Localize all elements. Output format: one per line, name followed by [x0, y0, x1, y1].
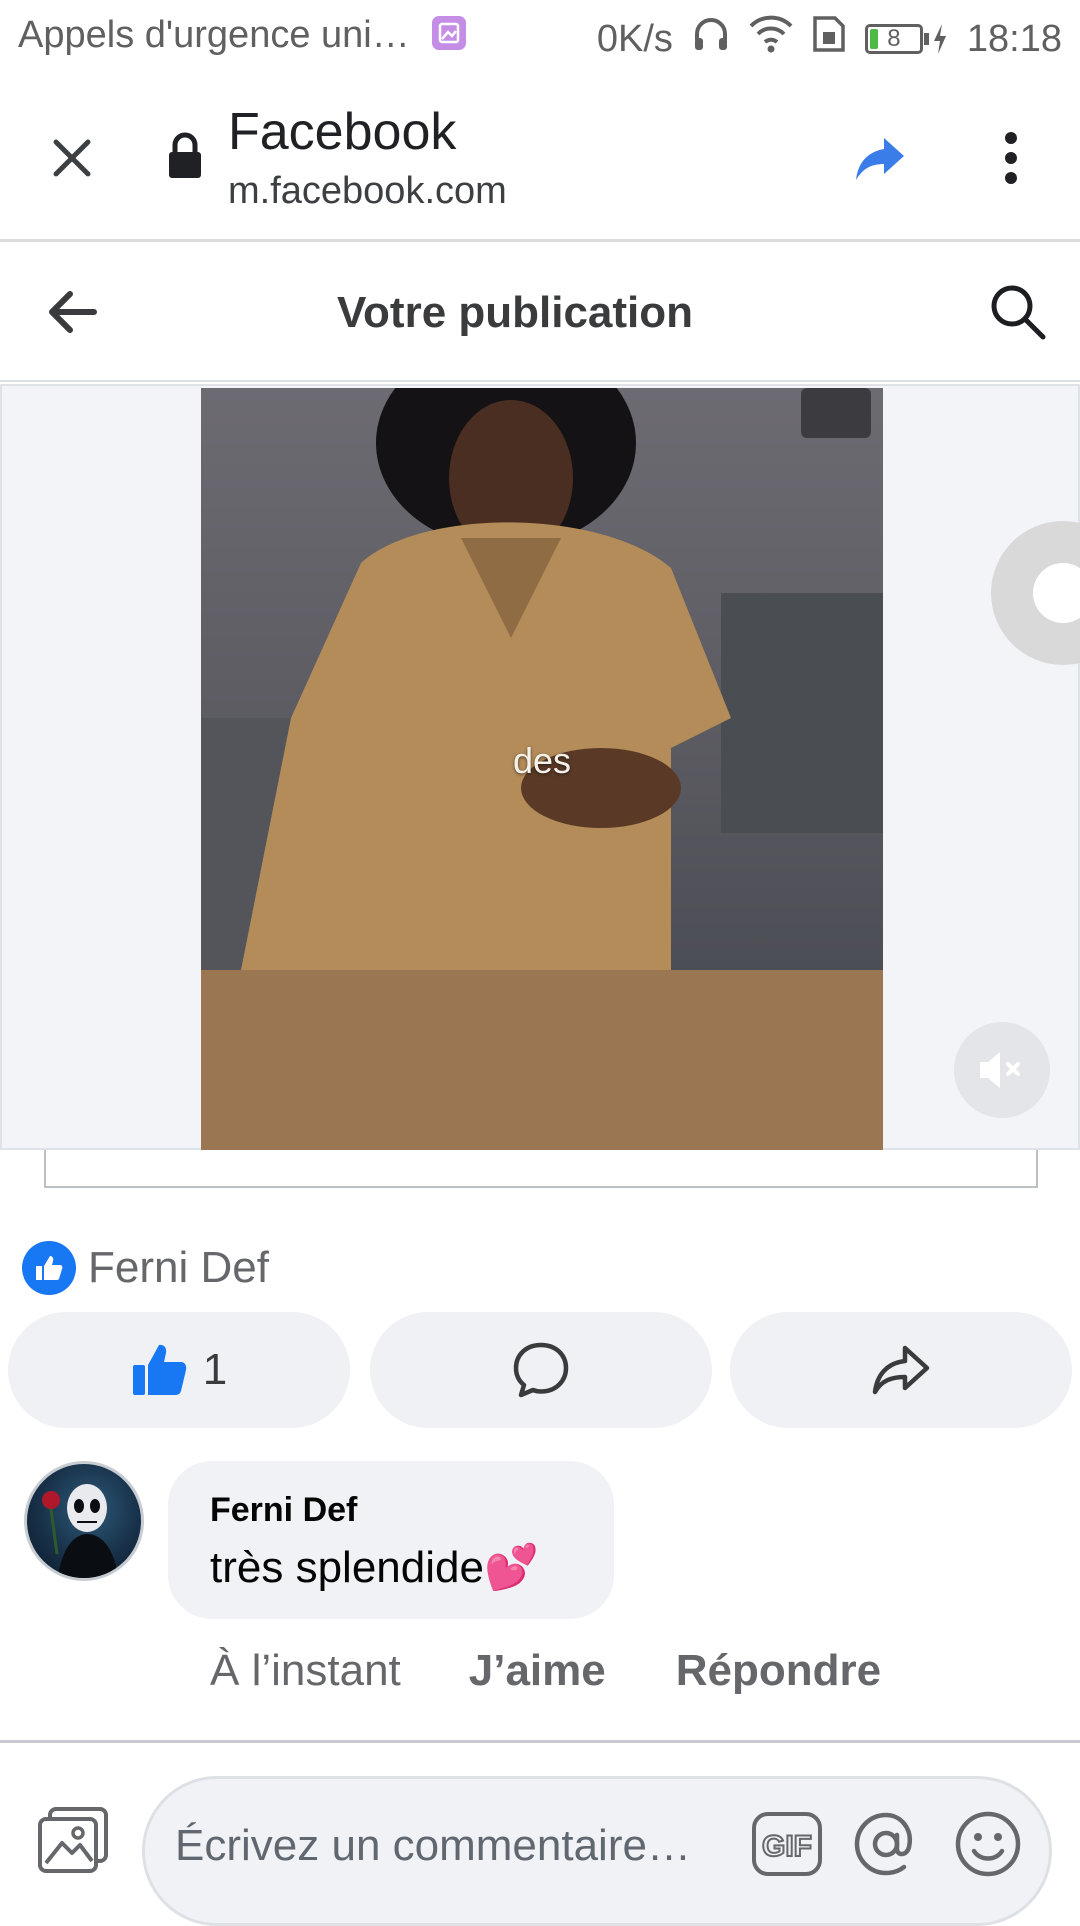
photo-icon [38, 1807, 108, 1873]
video-frame-image [201, 388, 883, 970]
comment-button[interactable] [370, 1312, 712, 1428]
browser-url[interactable]: m.facebook.com [228, 170, 507, 213]
page-header: Votre publication [0, 242, 1080, 382]
comment-input[interactable]: Écrivez un commentaire… GIF [142, 1776, 1052, 1926]
share-button[interactable] [852, 130, 908, 186]
like-button[interactable]: 1 [8, 1312, 350, 1428]
share-arrow-icon [856, 138, 904, 180]
status-bar: Appels d'urgence uni… 0K/s 8 18:18 [0, 0, 1080, 78]
post-attachment-border [44, 1150, 1038, 1188]
browser-menu-button[interactable] [996, 128, 1026, 188]
lock-icon [166, 132, 204, 180]
svg-text:GIF: GIF [762, 1830, 812, 1863]
search-icon [991, 285, 1046, 340]
mute-button[interactable] [954, 1022, 1050, 1118]
gif-button[interactable]: GIF [751, 1811, 823, 1877]
share-icon [872, 1345, 930, 1395]
gif-icon: GIF [752, 1812, 822, 1876]
comment-reply-link[interactable]: Répondre [676, 1646, 881, 1696]
close-icon [53, 139, 91, 177]
add-photo-button[interactable] [36, 1805, 110, 1875]
video-caption: des [512, 740, 572, 781]
mention-button[interactable] [851, 1809, 921, 1879]
wifi-icon [749, 14, 793, 64]
reactor-name: Ferni Def [88, 1243, 269, 1292]
emoji-button[interactable] [953, 1809, 1023, 1879]
share-post-button[interactable] [730, 1312, 1072, 1428]
more-vertical-icon [1005, 132, 1017, 184]
comment-timestamp: À l’instant [210, 1646, 401, 1695]
video-loading-spinner [978, 508, 1080, 678]
comment-input-placeholder: Écrivez un commentaire… [175, 1821, 691, 1870]
clock: 18:18 [966, 17, 1062, 60]
comment-text: très splendide💕 [210, 1541, 539, 1593]
comment-emoji: 💕 [483, 1543, 539, 1592]
like-reaction-icon [22, 1241, 76, 1295]
comment-bubble[interactable]: Ferni Def très splendide💕 [168, 1461, 614, 1619]
video-container: des [0, 384, 1080, 1150]
sim-icon [811, 14, 847, 64]
comment-composer: Écrivez un commentaire… GIF [0, 1740, 1080, 1926]
video-player[interactable]: des [201, 388, 883, 1150]
comment-like-link[interactable]: J’aime [469, 1646, 606, 1696]
like-count: 1 [202, 1345, 228, 1394]
browser-page-title: Facebook [228, 103, 457, 161]
browser-toolbar: Facebook m.facebook.com [0, 78, 1080, 242]
reaction-summary[interactable]: Ferni Def [22, 1240, 269, 1296]
comment-actions: À l’instant J’aime Répondre [210, 1646, 881, 1696]
headphones-icon [691, 14, 731, 64]
battery-icon: 8 [864, 22, 949, 56]
status-indicators: 0K/s 8 18:18 [597, 14, 1062, 64]
battery-level: 8 [887, 25, 901, 52]
status-notification: Appels d'urgence uni… [18, 14, 467, 57]
comment-bubble-icon [513, 1342, 569, 1398]
speaker-muted-icon [980, 1052, 1020, 1088]
comment-author[interactable]: Ferni Def [210, 1491, 357, 1530]
thumbs-up-icon [132, 1344, 187, 1395]
gallery-notification-icon [432, 15, 467, 50]
comment-body: très splendide [210, 1543, 484, 1592]
at-sign-icon [854, 1812, 913, 1876]
smiley-icon [955, 1811, 1021, 1877]
status-notification-text: Appels d'urgence uni… [18, 14, 410, 56]
avatar[interactable] [24, 1461, 144, 1581]
network-speed: 0K/s [596, 17, 673, 60]
close-tab-button[interactable] [44, 130, 100, 186]
search-button[interactable] [988, 282, 1048, 342]
page-title: Votre publication [336, 288, 694, 337]
